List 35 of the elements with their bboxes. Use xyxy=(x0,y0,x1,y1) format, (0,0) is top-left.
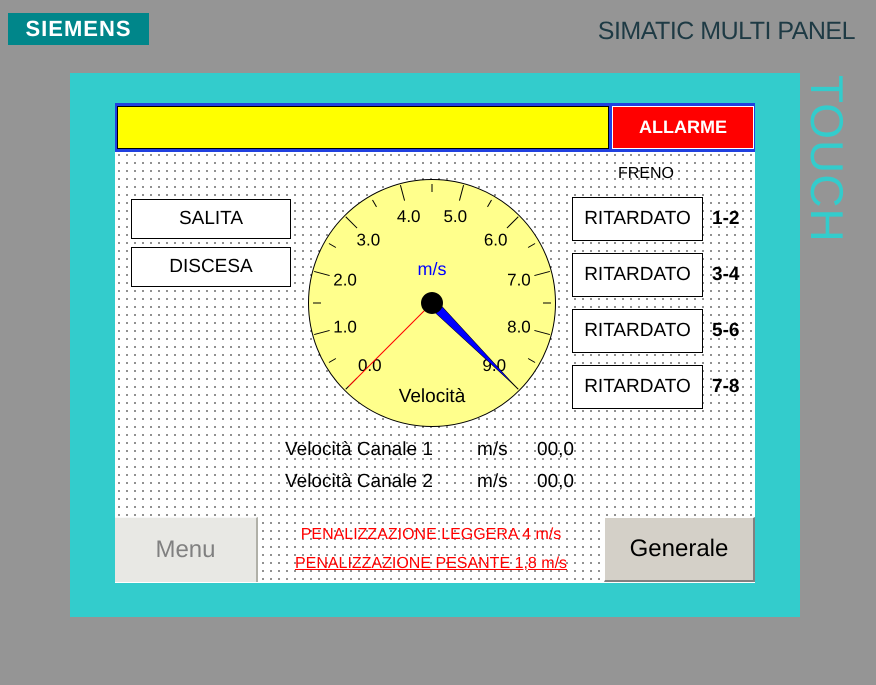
brake-pair-label: 3-4 xyxy=(712,264,740,286)
needle-hub xyxy=(421,292,443,314)
model-label: SIMATIC MULTI PANEL xyxy=(598,17,855,46)
reading-value: 00,0 xyxy=(537,438,574,462)
direction-button[interactable]: DISCESA xyxy=(131,247,291,287)
reading-label: Velocità Canale 1 xyxy=(285,438,433,462)
brand-logo: SIEMENS xyxy=(8,13,149,45)
brake-pair-label: 7-8 xyxy=(712,376,740,398)
reading-unit: m/s xyxy=(477,438,508,462)
brake-button[interactable]: RITARDATO xyxy=(572,253,703,297)
scale-label: 3.0 xyxy=(356,230,380,250)
scale-label: 1.0 xyxy=(333,317,357,336)
general-button[interactable]: Generale xyxy=(604,517,755,582)
unit-label: m/s xyxy=(418,259,446,279)
brake-title: FRENO xyxy=(617,165,675,183)
brake-button[interactable]: RITARDATO xyxy=(572,309,703,353)
scale-label: 6.0 xyxy=(484,230,508,250)
reading-label: Velocità Canale 2 xyxy=(285,470,433,494)
penalty-text: PENALIZZAZIONE PESANTE 1,8 m/s xyxy=(294,554,568,574)
brake-pair-label: 5-6 xyxy=(712,320,740,342)
direction-button[interactable]: SALITA xyxy=(131,199,291,239)
brake-button[interactable]: RITARDATO xyxy=(572,197,703,241)
penalty-text: PENALIZZAZIONE LEGGERA 4 m/s xyxy=(300,525,562,545)
brake-pair-label: 1-2 xyxy=(712,208,740,230)
touch-label: TOUCH xyxy=(804,75,850,243)
scale-label: 7.0 xyxy=(507,270,531,290)
reading-value: 00,0 xyxy=(537,470,574,494)
reading-unit: m/s xyxy=(477,470,508,494)
alarm-button[interactable]: ALLARME xyxy=(612,106,754,149)
scale-label: 8.0 xyxy=(507,317,531,336)
scale-label: 4.0 xyxy=(396,207,421,226)
brake-button[interactable]: RITARDATO xyxy=(572,365,703,409)
gauge-title: Velocità xyxy=(398,386,466,407)
scale-label: 2.0 xyxy=(333,270,357,290)
scale-label: 5.0 xyxy=(443,207,468,226)
